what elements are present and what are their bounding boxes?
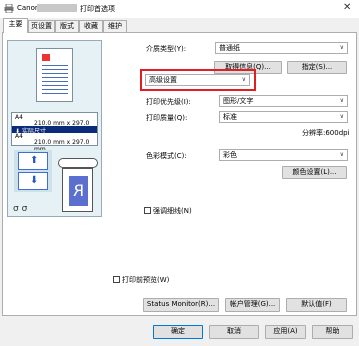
tab-favorites[interactable]: 收藏	[79, 20, 103, 32]
print-priority-value: 图形/文字	[223, 97, 254, 105]
tab-page-setup[interactable]: 页设置	[28, 20, 55, 32]
status-monitor-button[interactable]: Status Monitor(R)...	[143, 298, 219, 312]
duplex-icon: σ σ	[13, 204, 28, 214]
media-type-value: 普通纸	[219, 44, 240, 52]
defaults-button[interactable]: 默认值(F)	[286, 298, 347, 312]
tab-maintenance[interactable]: 维护	[103, 20, 127, 32]
actual-size-bar: ⬇ 实际尺寸	[12, 126, 97, 135]
print-quality-label: 打印质量(Q):	[146, 114, 188, 122]
color-mode-value: 彩色	[223, 151, 237, 159]
resolution-text: 分辨率:600dpi	[302, 129, 350, 137]
color-settings-button[interactable]: 颜色设置(L)...	[282, 166, 347, 179]
color-mode-label: 色彩模式(C):	[146, 152, 187, 160]
settings-mode-select[interactable]: 高级设置 ∨	[145, 74, 250, 86]
paper-size-info: A4 210.0 mm x 297.0 mm ⬇ 实际尺寸 A4 210.0 m…	[11, 112, 98, 153]
paper-roll-icon	[58, 158, 98, 168]
paper-size-1: A4	[15, 114, 23, 121]
thumbnail-image	[42, 54, 50, 61]
preview-before-print-label: 打印前预览(W)	[122, 276, 170, 284]
preview-before-print-checkbox[interactable]	[113, 276, 120, 283]
print-quality-value: 标准	[223, 113, 237, 121]
color-mode-select[interactable]: 彩色 ∨	[219, 149, 348, 161]
chevron-down-icon: ∨	[339, 97, 344, 104]
emphasize-lines-checkbox[interactable]	[144, 207, 151, 214]
window-title: 打印首选项	[80, 5, 115, 13]
settings-mode-value: 高级设置	[149, 76, 177, 84]
output-page-letter: R	[69, 176, 88, 206]
arrow-up-icon: ⬆	[30, 155, 39, 166]
media-type-select[interactable]: 普通纸 ∨	[215, 42, 348, 54]
page-thumbnail	[36, 48, 73, 102]
specify-button[interactable]: 指定(S)...	[287, 61, 347, 74]
app-title: Canon	[17, 4, 40, 12]
tab-main[interactable]: 主要	[3, 18, 28, 33]
media-type-label: 介质类型(Y):	[146, 45, 187, 53]
emphasize-lines-label: 强调细线(N)	[153, 207, 192, 215]
account-management-button[interactable]: 帐户管理(G)...	[225, 298, 280, 312]
printer-icon	[4, 4, 14, 13]
printer-paper-source: ⬆ ⬇	[14, 150, 52, 192]
tab-layout[interactable]: 版式	[55, 20, 79, 32]
lower-tray: ⬇	[18, 172, 48, 190]
chevron-down-icon: ∨	[339, 44, 344, 51]
print-priority-select[interactable]: 图形/文字 ∨	[219, 95, 348, 107]
actual-size-label: 实际尺寸	[21, 128, 46, 135]
help-button[interactable]: 帮助	[312, 325, 353, 339]
cancel-button[interactable]: 取消	[209, 325, 259, 339]
chevron-down-icon: ∨	[241, 76, 246, 83]
close-icon[interactable]: ✕	[343, 2, 351, 13]
ok-button[interactable]: 确定	[153, 325, 203, 339]
printer-name-redacted	[37, 4, 77, 12]
title-bar: Canon 打印首选项 ✕	[0, 0, 359, 18]
upper-tray: ⬆	[18, 152, 48, 170]
print-quality-select[interactable]: 标准 ∨	[219, 111, 348, 123]
arrow-down-tray-icon: ⬇	[30, 175, 39, 186]
paper-size-2: A4	[15, 133, 23, 140]
chevron-down-icon: ∨	[339, 151, 344, 158]
output-page: R	[62, 168, 93, 212]
print-priority-label: 打印优先级(I):	[146, 98, 191, 106]
apply-button[interactable]: 应用(A)	[265, 325, 306, 339]
thumbnail-text-lines	[42, 65, 68, 97]
chevron-down-icon: ∨	[339, 113, 344, 120]
